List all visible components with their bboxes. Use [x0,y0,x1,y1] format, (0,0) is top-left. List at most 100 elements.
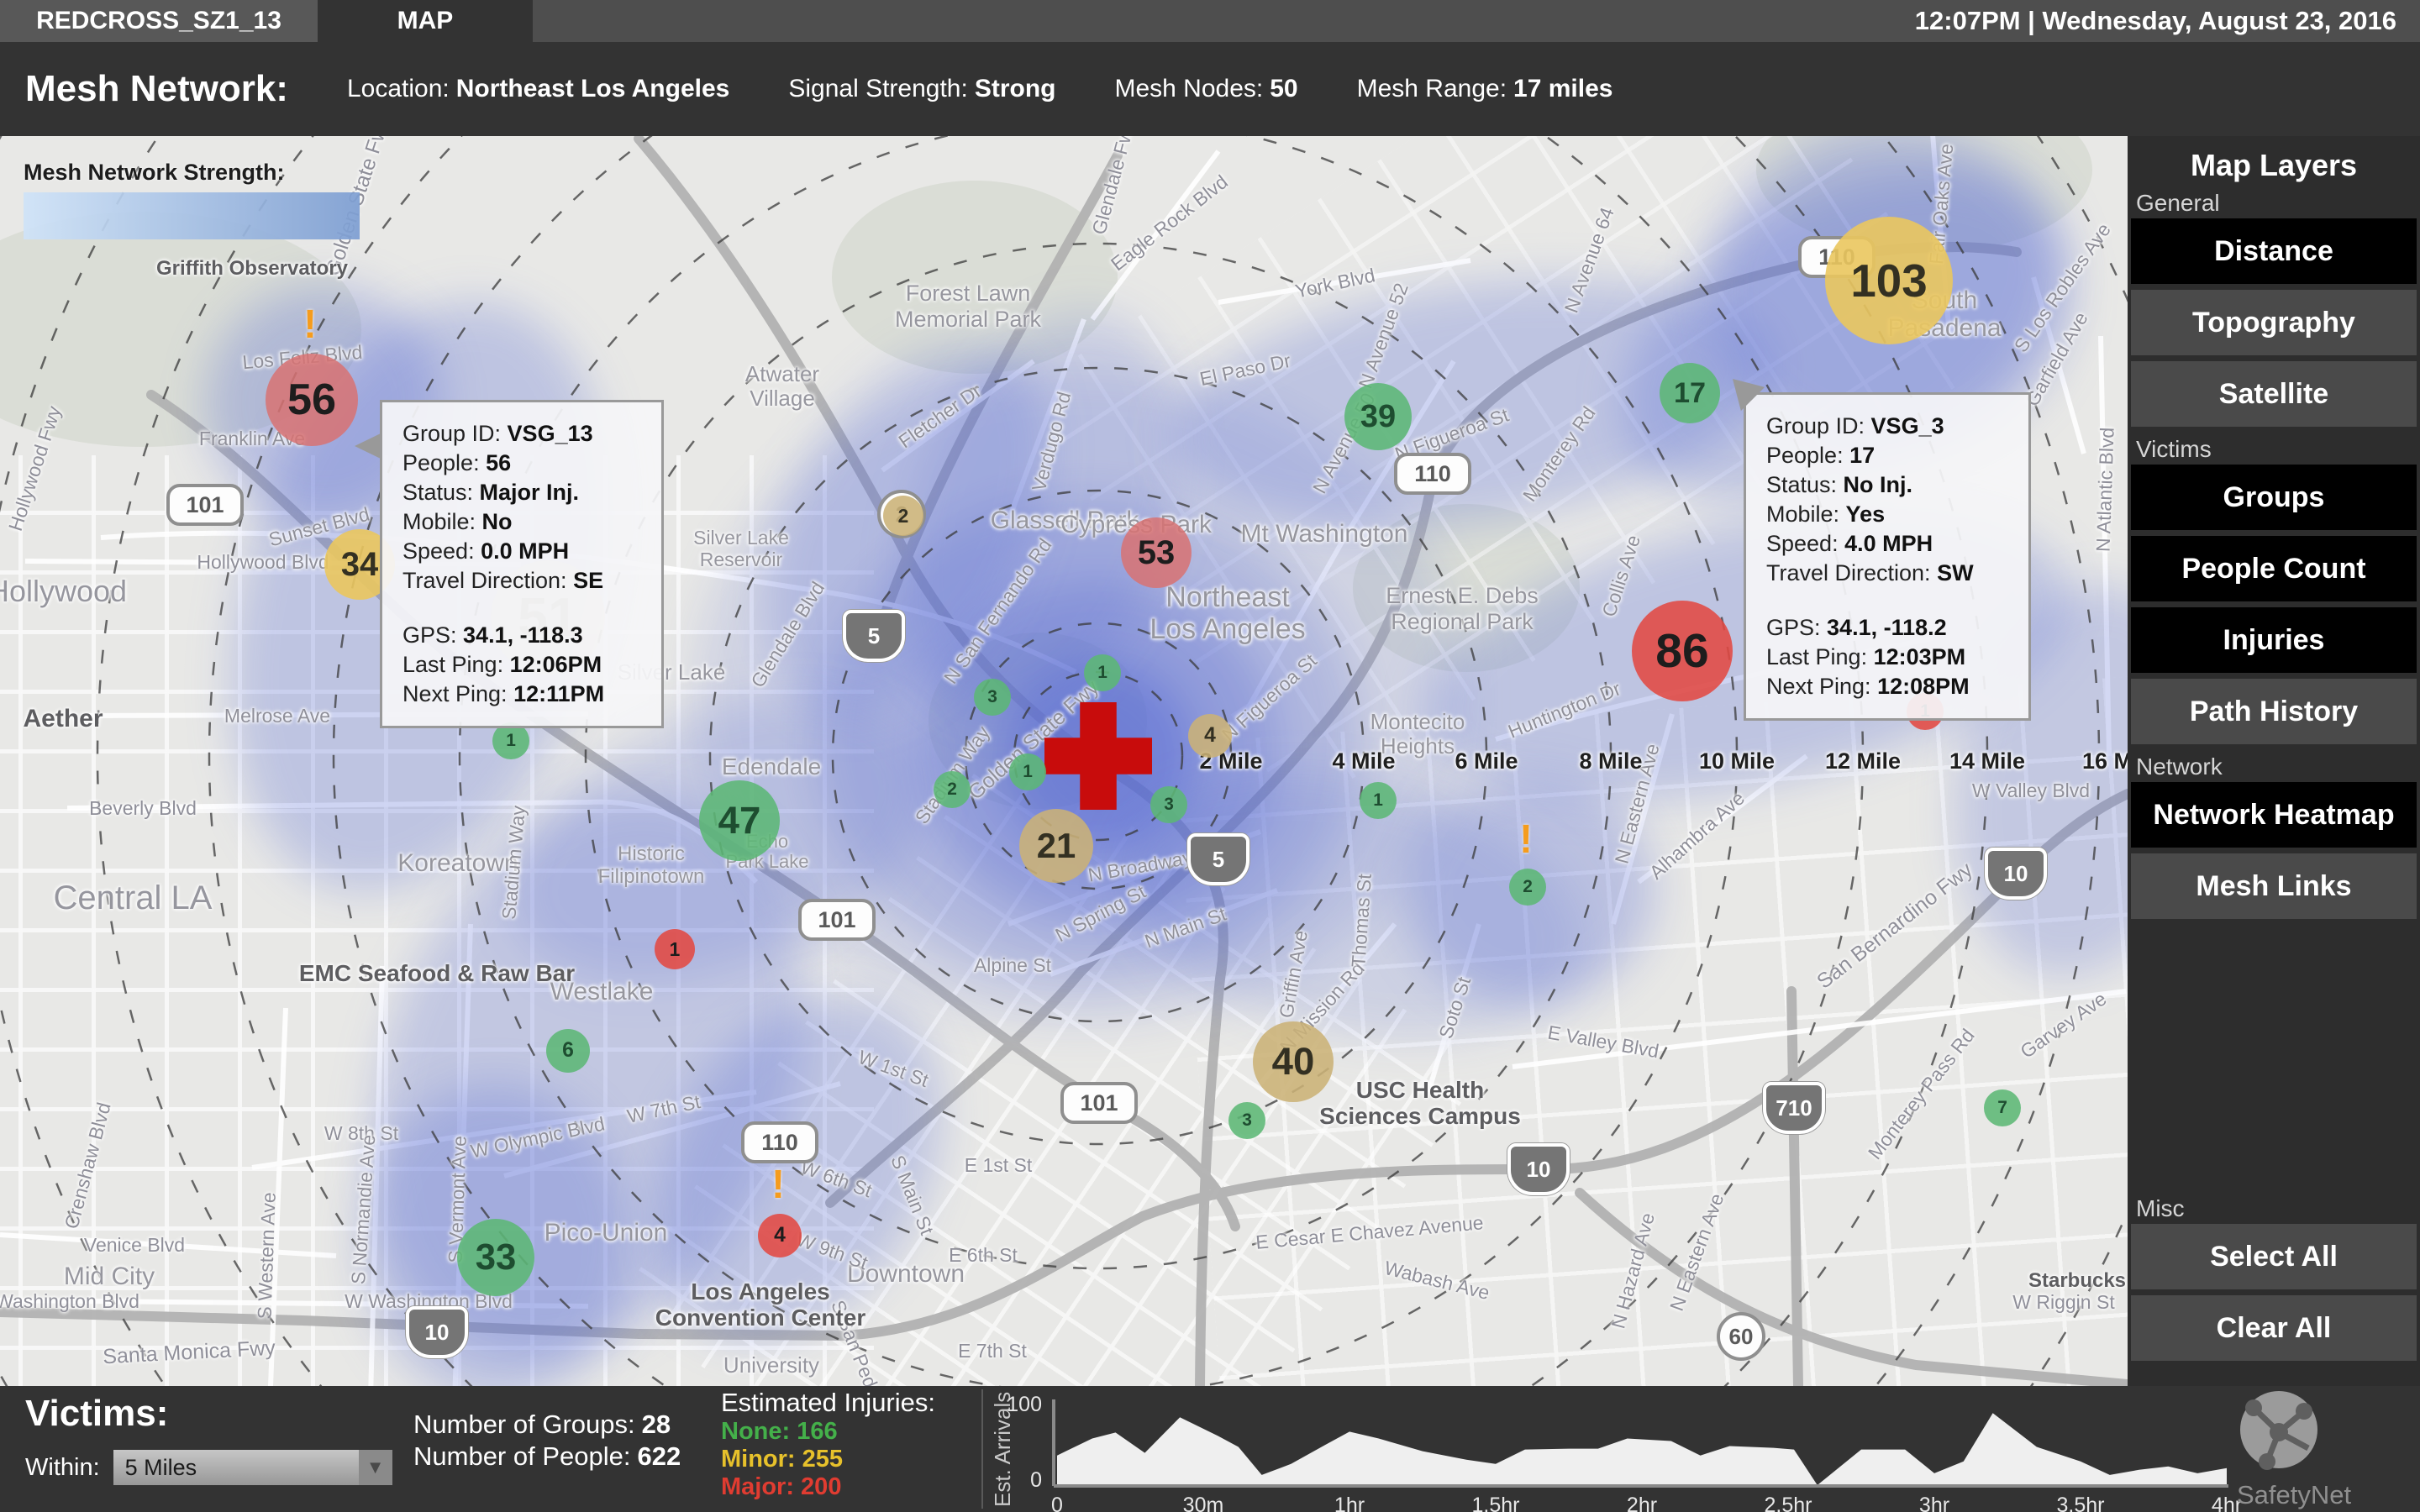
tab-map[interactable]: MAP [318,0,533,42]
popup-field: Last Ping: 12:06PM [402,650,641,680]
group-marker[interactable]: 1 [1360,782,1397,819]
sidebar-button-distance[interactable]: Distance [2131,218,2417,284]
poi-label: Starbucks [1901,1270,2128,1293]
group-marker[interactable]: 3 [1228,1102,1265,1139]
sidebar-button-select-all[interactable]: Select All [2131,1224,2417,1289]
header-range: Mesh Range:17 miles [1357,75,1613,103]
group-marker[interactable]: 1 [1084,654,1121,691]
alert-exclamation-icon: ! [771,1162,785,1208]
est-arrivals-chart [1047,1396,2235,1490]
sidebar-button-network-heatmap[interactable]: Network Heatmap [2131,782,2417,848]
sidebar-button-groups[interactable]: Groups [2131,465,2417,530]
mile-label: 16 M [1931,748,2128,774]
highway-shield: 101 [166,484,244,526]
sidebar-section-label: Network [2128,750,2420,782]
sidebar-button-clear-all[interactable]: Clear All [2131,1295,2417,1361]
highway-shield: 10 [1985,848,2047,900]
popup-field: Last Ping: 12:03PM [1766,643,2008,672]
group-marker[interactable]: 17 [1660,363,1720,423]
group-marker[interactable]: 56 [266,354,358,446]
highway-shield: 710 [1763,1082,1825,1134]
sidebar-button-mesh-links[interactable]: Mesh Links [2131,853,2417,919]
poi-label: Griffith Observatory [76,258,429,281]
map-label: Hollywood [0,575,234,608]
popup-field: People: 17 [1766,441,2008,470]
highway-shield: 10 [406,1306,468,1358]
x-tick-label: 1.5hr [1458,1494,1534,1512]
group-marker[interactable]: 1 [655,929,695,969]
group-marker[interactable]: 7 [1984,1089,2021,1126]
group-marker[interactable]: 6 [546,1029,590,1073]
group-marker[interactable]: 103 [1825,217,1953,344]
footer-bar: Victims: Within: 5 Miles ▼ Number of Gro… [0,1386,2420,1512]
map-label: Mid City [0,1263,286,1291]
within-label: Within: [25,1454,100,1482]
brand-name: SafetyNet [2202,1480,2386,1510]
x-tick-label: 2.5hr [1750,1494,1826,1512]
sidebar-section-label: Victims [2128,433,2420,465]
sidebar-button-people-count[interactable]: People Count [2131,536,2417,601]
within-radius-dropdown[interactable]: 5 Miles ▼ [113,1450,392,1485]
injury-stat-none: None: 166 [721,1418,838,1446]
groups-count: Number of Groups:28 [413,1410,671,1440]
group-marker[interactable]: 39 [1344,383,1412,450]
group-marker[interactable]: 3 [974,679,1011,716]
strength-gradient [24,192,360,239]
group-marker[interactable]: 3 [1150,786,1187,823]
sidebar-button-injuries[interactable]: Injuries [2131,607,2417,673]
safetynet-logo-icon [2228,1386,2329,1480]
chevron-down-icon: ▼ [359,1450,392,1485]
header-location: Location:Northeast Los Angeles [347,75,729,103]
group-marker[interactable]: 47 [699,780,780,861]
popup-field: Status: Major Inj. [402,478,641,507]
popup-field: Speed: 0.0 MPH [402,537,641,566]
map-label: Mt Washington [1148,520,1501,549]
x-tick-label: 2hr [1604,1494,1680,1512]
group-marker[interactable]: 21 [1019,809,1093,883]
app-window: REDCROSS_SZ1_13 MAP 12:07PM | Wednesday,… [0,0,2420,1512]
map-label: W Valley Blvd [1854,780,2128,802]
popup-field: Travel Direction: SW [1766,559,2008,588]
highway-shield: 110 [1394,453,1471,495]
tab-bar: REDCROSS_SZ1_13 MAP 12:07PM | Wednesday,… [0,0,2420,42]
mesh-strength-legend: Mesh Network Strength: [24,160,360,239]
sidebar-button-satellite[interactable]: Satellite [2131,361,2417,427]
map-label: Central LA [0,879,309,917]
group-marker[interactable]: 4 [758,1214,802,1257]
highway-shield: 101 [798,899,876,941]
map-label: E 7th St [816,1341,1169,1362]
divider [981,1389,983,1509]
sidebar-button-topography[interactable]: Topography [2131,290,2417,355]
popup-field: GPS: 34.1, -118.3 [402,621,641,650]
y-tick-0: 0 [992,1468,1042,1493]
group-popup-vsg3: Group ID: VSG_3People: 17Status: No Inj.… [1744,392,2031,721]
highway-shield: 5 [1187,833,1249,885]
group-marker[interactable]: 2 [883,496,923,536]
popup-field: People: 56 [402,449,641,478]
group-marker[interactable]: 53 [1121,517,1192,588]
group-marker[interactable]: 2 [1509,869,1546,906]
map-canvas[interactable]: HollywoodCentral LAKoreatownWestlakePico… [0,136,2128,1386]
tab-session[interactable]: REDCROSS_SZ1_13 [0,0,318,42]
group-marker[interactable]: 33 [457,1219,534,1296]
sidebar-title: Map Layers [2128,136,2420,186]
group-marker[interactable]: 1 [1009,753,1046,790]
popup-field: Group ID: VSG_3 [1766,412,2008,441]
group-marker[interactable]: 40 [1253,1021,1334,1102]
map-label: W Riggin St [1887,1292,2128,1314]
injury-stat-minor: Minor: 255 [721,1446,843,1473]
map-label: E 6th St [807,1245,1160,1267]
legend-label: Mesh Network Strength: [24,160,360,186]
highway-shield: 101 [1060,1082,1138,1124]
popup-field: GPS: 34.1, -118.2 [1766,613,2008,643]
group-marker[interactable]: 2 [934,771,971,808]
group-marker[interactable]: 86 [1632,601,1733,701]
sidebar-button-path-history[interactable]: Path History [2131,679,2417,744]
poi-label: Aether [0,705,239,733]
highway-shield: 110 [741,1121,818,1163]
group-marker[interactable]: 4 [1188,714,1232,758]
highway-shield: 60 [1717,1312,1765,1361]
popup-field: Next Ping: 12:08PM [1766,672,2008,701]
highway-shield: 5 [843,610,905,662]
map-label: E 1st St [822,1155,1175,1177]
